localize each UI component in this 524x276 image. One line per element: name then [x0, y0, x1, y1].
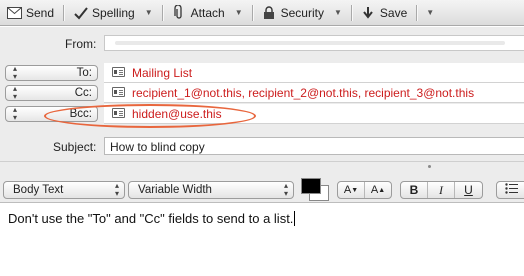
- subject-field[interactable]: How to blind copy: [104, 137, 524, 155]
- send-button[interactable]: Send: [2, 0, 59, 26]
- toolbar-divider: [161, 4, 163, 21]
- to-selector-label: To:: [76, 67, 92, 79]
- italic-label: I: [439, 182, 443, 197]
- increase-font-size-label: A: [370, 184, 379, 196]
- toolbar-divider: [350, 4, 352, 21]
- body-text-line: Don't use the "To" and "Cc" fields to se…: [8, 211, 296, 226]
- to-field[interactable]: Mailing List: [104, 63, 524, 83]
- from-field[interactable]: [104, 35, 524, 51]
- attach-menu-chevron-down-icon[interactable]: ▼: [230, 8, 248, 17]
- attach-label: Attach: [190, 5, 225, 20]
- bcc-highlight-ellipse: [44, 104, 256, 128]
- save-label: Save: [379, 5, 408, 20]
- spelling-label: Spelling: [92, 5, 135, 20]
- message-header: From: ▴ ▾ To: Mailing List ▴ ▾ Cc: recipie…: [0, 27, 524, 161]
- text-color-swatch[interactable]: [301, 178, 321, 194]
- cc-field[interactable]: recipient_1@not.this, recipient_2@not.th…: [104, 83, 524, 103]
- save-button[interactable]: Save: [356, 0, 412, 26]
- font-spacing-value: Variable Width: [138, 184, 212, 196]
- body-text: Don't use the "To" and "Cc" fields to se…: [8, 211, 294, 226]
- list-control: [496, 181, 524, 199]
- address-card-icon: [112, 87, 125, 97]
- underline-label: U: [464, 183, 473, 197]
- underline-button[interactable]: U: [455, 182, 482, 198]
- address-card-icon: [112, 67, 125, 77]
- security-label: Security: [280, 5, 324, 20]
- subject-label: Subject:: [53, 140, 97, 154]
- italic-button[interactable]: I: [428, 182, 455, 198]
- from-address-redacted: [115, 41, 505, 45]
- format-bar: Body Text ▴ ▾ Variable Width ▴ ▾ A ▼ A ▲ B I…: [0, 161, 524, 203]
- bold-label: B: [409, 183, 419, 197]
- checkmark-icon: [73, 5, 88, 20]
- down-arrow-icon: ▼: [351, 186, 359, 194]
- cc-field-selector[interactable]: ▴ ▾ Cc:: [5, 85, 98, 101]
- to-field-selector[interactable]: ▴ ▾ To:: [5, 65, 98, 81]
- spelling-menu-chevron-down-icon[interactable]: ▼: [140, 8, 158, 17]
- text-cursor: [294, 211, 296, 226]
- subject-value: How to blind copy: [110, 140, 205, 154]
- decrease-font-size-label: A: [343, 184, 352, 196]
- decrease-font-size-button[interactable]: A ▼: [338, 182, 365, 198]
- cc-selector-label: Cc:: [74, 87, 92, 99]
- message-body[interactable]: Don't use the "To" and "Cc" fields to se…: [0, 204, 524, 276]
- updown-arrows-icon: ▴ ▾: [114, 181, 119, 198]
- from-label: From:: [65, 37, 97, 51]
- updown-arrows-icon: ▴ ▾: [13, 64, 18, 81]
- toolbar-divider: [251, 4, 253, 21]
- toolbar-divider: [416, 4, 418, 21]
- bulleted-list-icon: [505, 183, 519, 197]
- paragraph-style-popup[interactable]: Body Text ▴ ▾: [3, 181, 125, 199]
- save-menu-chevron-down-icon[interactable]: ▼: [421, 8, 439, 17]
- text-style-control: B I U: [400, 181, 483, 199]
- security-menu-chevron-down-icon[interactable]: ▼: [329, 8, 347, 17]
- up-arrow-icon: ▲: [378, 186, 386, 194]
- toolbar-divider: [63, 4, 65, 21]
- font-spacing-popup[interactable]: Variable Width ▴ ▾: [128, 181, 294, 199]
- lock-icon: [262, 5, 277, 20]
- bold-button[interactable]: B: [401, 182, 428, 198]
- toolbar: Send Spelling ▼ Attach ▼ Security ▼ Save…: [0, 0, 524, 26]
- envelope-icon: [7, 5, 22, 20]
- updown-arrows-icon: ▴ ▾: [13, 84, 18, 101]
- to-address[interactable]: Mailing List: [132, 66, 192, 80]
- font-size-control: A ▼ A ▲: [337, 181, 392, 199]
- increase-font-size-button[interactable]: A ▲: [365, 182, 391, 198]
- updown-arrows-icon: ▴ ▾: [13, 105, 18, 122]
- updown-arrows-icon: ▴ ▾: [283, 181, 288, 198]
- resize-grip-icon[interactable]: [428, 165, 431, 168]
- paragraph-style-value: Body Text: [13, 184, 64, 196]
- spelling-button[interactable]: Spelling: [68, 0, 140, 26]
- security-button[interactable]: Security: [257, 0, 329, 26]
- attach-button[interactable]: Attach: [167, 0, 230, 26]
- paperclip-icon: [172, 5, 187, 20]
- down-arrow-icon: [361, 5, 376, 20]
- send-label: Send: [26, 5, 55, 20]
- cc-addresses[interactable]: recipient_1@not.this, recipient_2@not.th…: [132, 86, 474, 100]
- bulleted-list-button[interactable]: [497, 182, 524, 198]
